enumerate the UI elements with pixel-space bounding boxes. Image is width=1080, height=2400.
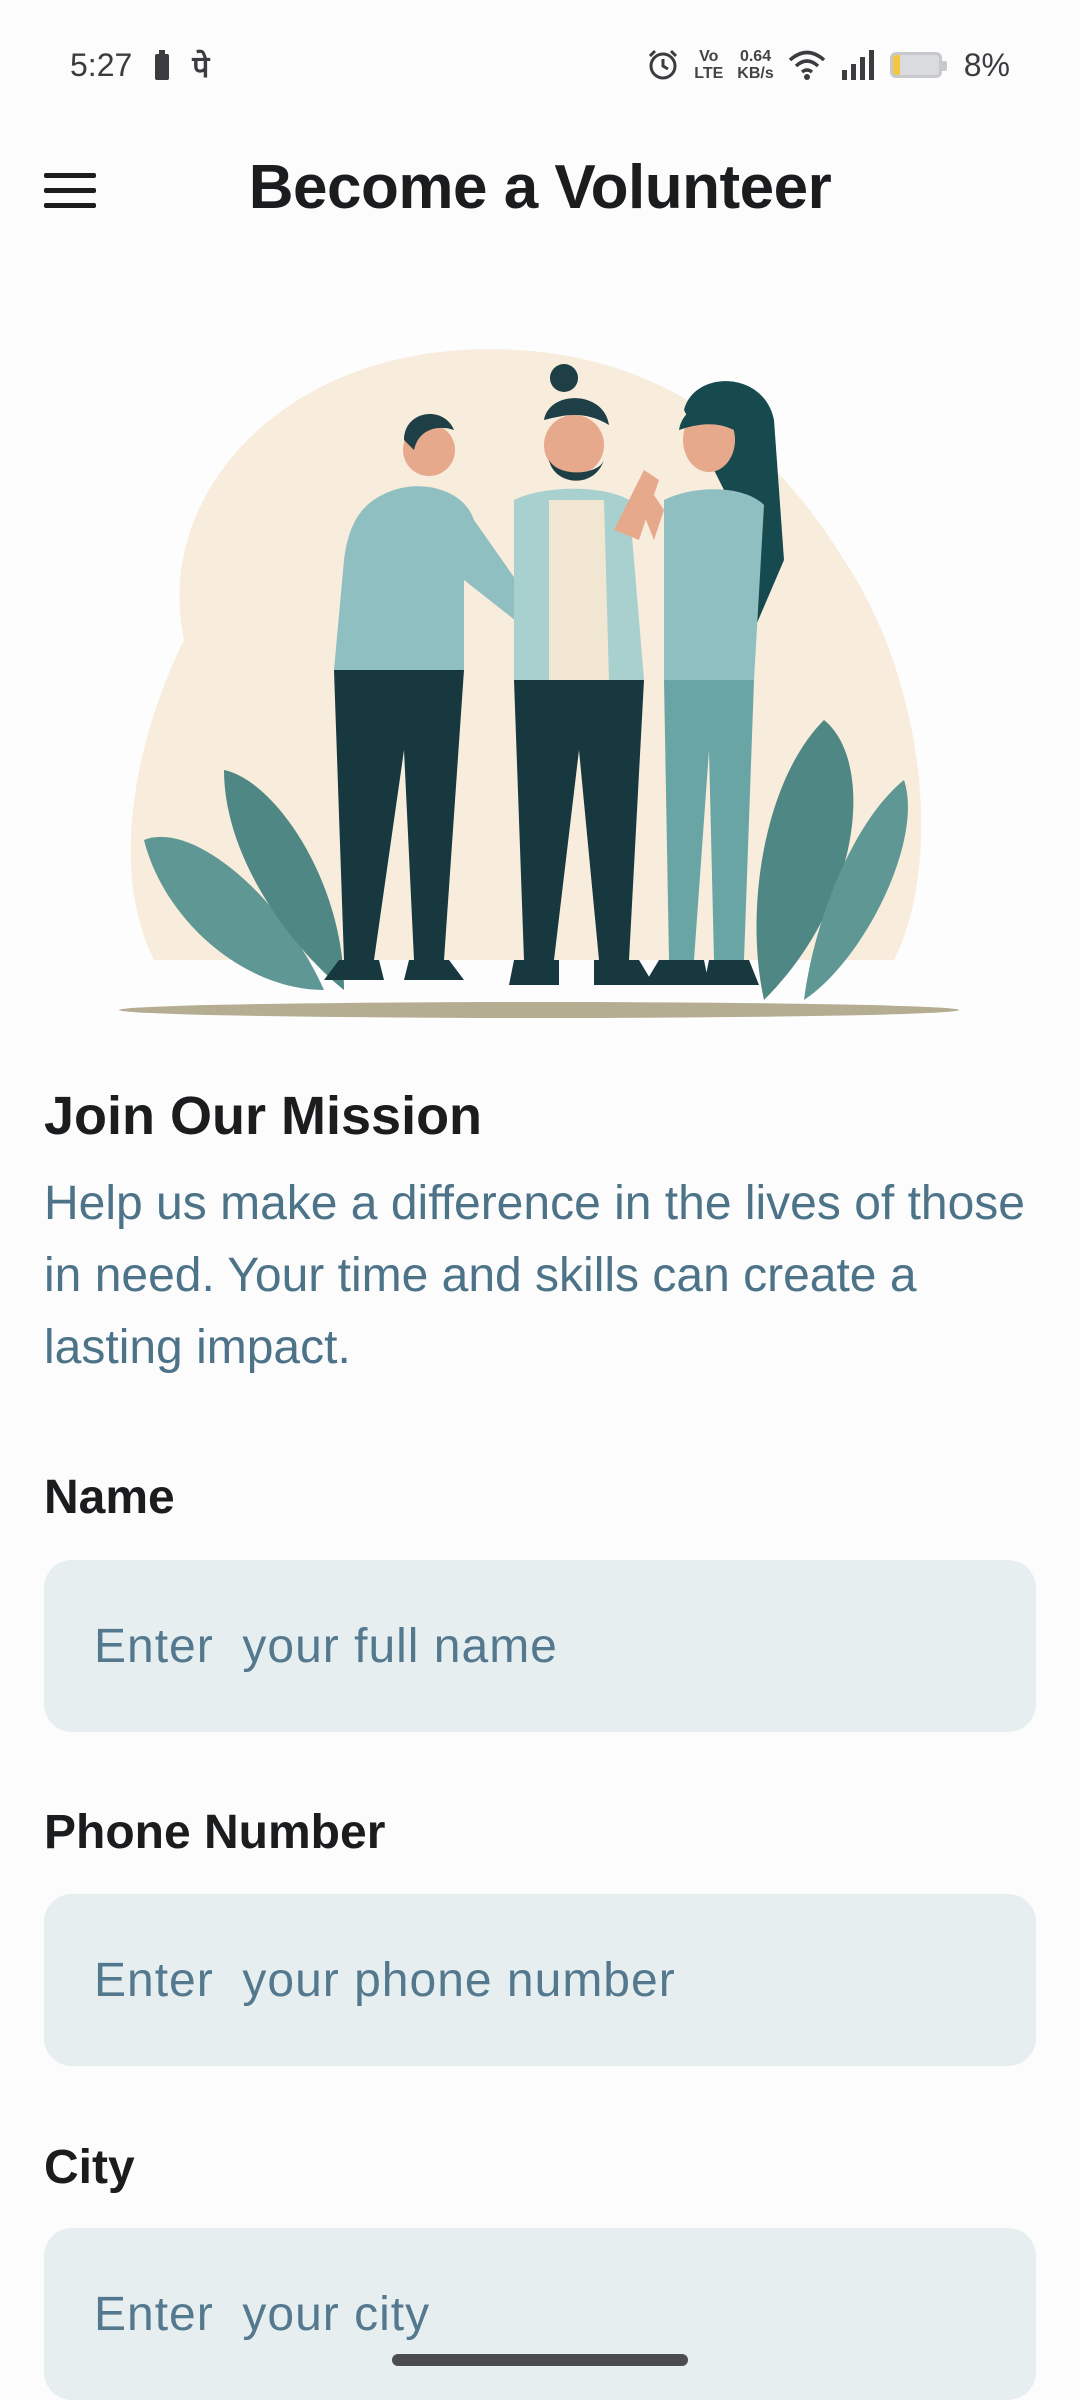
status-right: Vo LTE 0.64 KB/s 8% (646, 47, 1010, 84)
alarm-icon (649, 49, 678, 80)
phone-input[interactable] (44, 1894, 1036, 2066)
city-label: City (44, 2141, 135, 2194)
battery-icon (889, 52, 947, 78)
status-bar: 5:27 पे Vo LTE 0.64 KB/s 8% (0, 0, 1080, 130)
volte-bottom: LTE (694, 65, 724, 82)
volte-indicator: Vo LTE (694, 48, 723, 82)
name-label: Name (44, 1471, 175, 1524)
city-input[interactable] (44, 2228, 1036, 2400)
battery-saver-icon (155, 50, 170, 80)
battery-percent: 8% (963, 46, 1010, 83)
mission-heading: Join Our Mission (44, 1086, 483, 1146)
app-bar: Become a Volunteer (0, 130, 1080, 250)
signal-icon (841, 50, 874, 80)
status-time: 5:27 (70, 46, 133, 83)
volunteer-illustration (44, 300, 1036, 1040)
battery-level (892, 55, 901, 75)
home-indicator[interactable] (392, 2354, 688, 2366)
speed-unit: KB/s (737, 65, 774, 82)
status-left: 5:27 पे (70, 45, 209, 86)
illustration-svg (119, 349, 959, 1018)
volte-top: Vo (699, 48, 719, 65)
phone-label: Phone Number (44, 1806, 386, 1859)
carrier-glyph: पे (192, 49, 210, 85)
network-speed: 0.64 KB/s (737, 48, 773, 82)
name-input[interactable] (44, 1560, 1036, 1732)
page-title: Become a Volunteer (248, 153, 832, 222)
wifi-icon (788, 50, 825, 80)
mission-description: Help us make a difference in the lives o… (44, 1177, 1025, 1374)
speed-value: 0.64 (739, 48, 772, 65)
